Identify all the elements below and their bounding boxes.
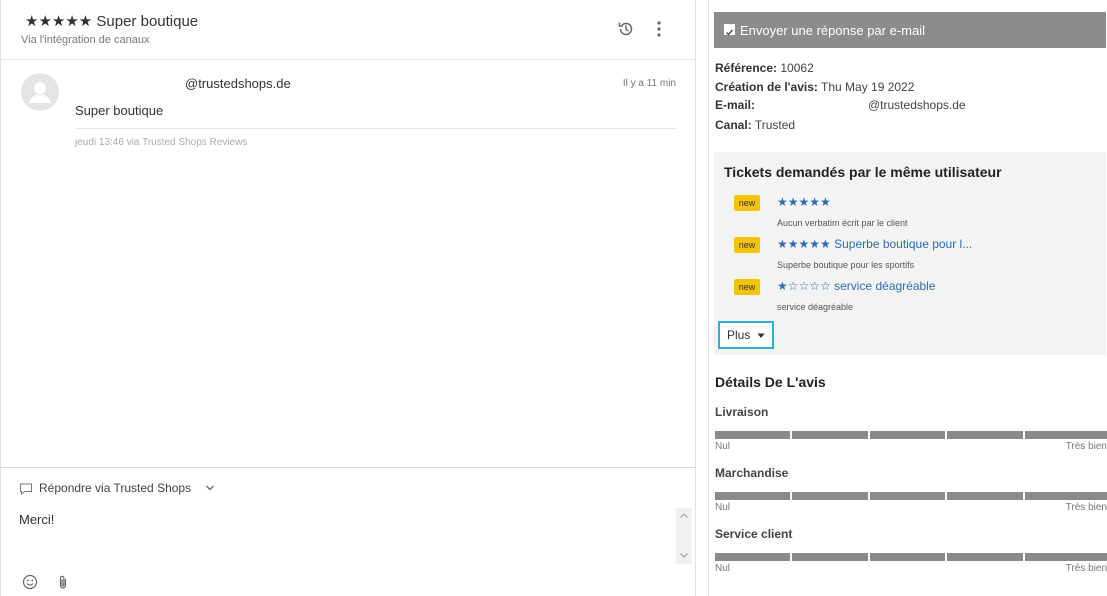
more-tickets-label: Plus (727, 328, 751, 342)
message-divider (75, 128, 677, 129)
more-tickets-button[interactable]: Plus (718, 321, 774, 349)
rating-high-label: Très bien (1065, 502, 1107, 513)
info-canal-label: Canal: (715, 118, 752, 132)
info-creation: Création de l'avis: Thu May 19 2022 (715, 80, 914, 94)
details-sidebar: Envoyer une réponse par e-mail Référence… (708, 0, 1107, 596)
rating-high-label: Très bien (1065, 563, 1107, 574)
rating-segment (1025, 431, 1107, 439)
caret-down-icon (757, 333, 765, 338)
rating-segment (1025, 553, 1107, 561)
rating-low-label: Nul (715, 563, 731, 574)
ticket-subtitle: Aucun verbatim écrit par le client (777, 218, 908, 228)
rating-scale (715, 492, 1107, 500)
rating-segment (715, 492, 790, 500)
info-email-value: @trustedshops.de (868, 98, 966, 112)
reply-textarea[interactable]: Merci! (19, 512, 54, 527)
ticket-link[interactable]: ★★★★★ Superbe boutique pour l... (777, 237, 972, 251)
ticket-subtitle: service déagréable (777, 302, 854, 312)
message-body: Super boutique (75, 103, 164, 118)
info-reference-value: 10062 (780, 61, 814, 75)
info-email: E-mail: (715, 98, 755, 112)
rating-low-label: Nul (715, 502, 731, 513)
info-reference-label: Référence: (715, 61, 778, 75)
review-details-title: Détails De L'avis (715, 374, 826, 390)
ticket-link[interactable]: ★★★★★ (777, 195, 831, 209)
checkmark-icon (725, 29, 734, 36)
rating-segment (870, 431, 945, 439)
ticket-badge: new (734, 195, 760, 211)
message-meta: jeudi 13:46 via Trusted Shops Reviews (75, 137, 248, 148)
rating-segment (947, 492, 1023, 500)
info-canal-value: Trusted (754, 118, 796, 132)
rating-scale (715, 431, 1107, 439)
message-sender: @trustedshops.de (185, 76, 291, 91)
rating-low-label: Nul (715, 441, 731, 452)
info-email-label: E-mail: (715, 98, 756, 112)
reply-scrollbar[interactable] (676, 508, 692, 564)
ticket-link[interactable]: ★☆☆☆☆ service déagréable (777, 279, 936, 293)
info-creation-value: Thu May 19 2022 (821, 80, 915, 94)
reply-channel-selector[interactable]: Répondre via Trusted Shops (39, 481, 191, 495)
related-tickets-card: Tickets demandés par le même utilisateur… (714, 152, 1106, 355)
ticket-badge: new (734, 237, 760, 253)
info-creation-label: Création de l'avis: (715, 80, 818, 94)
reply-composer: Répondre via Trusted Shops Merci! (1, 467, 695, 596)
ticket-subtitle: Via l'intégration de canaux (21, 34, 150, 46)
info-canal: Canal: Trusted (715, 118, 795, 132)
conversation-panel: ★★★★★ Super boutique Via l'intégration d… (0, 0, 696, 596)
message-item: @trustedshops.de Il y a 11 min Super bou… (1, 60, 695, 468)
email-reply-toggle[interactable]: Envoyer une réponse par e-mail (714, 12, 1106, 48)
app-root: ★★★★★ Super boutique Via l'intégration d… (0, 0, 1107, 596)
rating-segment (715, 431, 790, 439)
emoji-icon[interactable] (22, 574, 38, 590)
rating-segment (947, 553, 1023, 561)
user-avatar-icon (29, 82, 51, 103)
related-tickets-title: Tickets demandés par le même utilisateur (724, 164, 1002, 180)
more-vertical-icon[interactable] (651, 20, 667, 38)
rating-segment (715, 553, 790, 561)
rating-segment (792, 492, 868, 500)
rating-scale (715, 553, 1107, 561)
criterion-name: Service client (715, 527, 793, 541)
rating-segment (792, 553, 868, 561)
scroll-down-icon[interactable] (679, 552, 689, 559)
comment-icon (20, 483, 32, 496)
rating-segment (792, 431, 868, 439)
rating-segment (870, 492, 945, 500)
email-reply-label: Envoyer une réponse par e-mail (740, 23, 925, 38)
rating-segment (1025, 492, 1107, 500)
history-icon[interactable] (617, 20, 635, 38)
ticket-title: ★★★★★ Super boutique (25, 13, 199, 30)
chevron-down-icon[interactable] (205, 484, 215, 492)
ticket-subtitle: Superbe boutique pour les sportifs (777, 260, 915, 270)
rating-high-label: Très bien (1065, 441, 1107, 452)
criterion-name: Marchandise (715, 466, 789, 480)
avatar (21, 73, 59, 111)
rating-segment (870, 553, 945, 561)
info-reference: Référence: 10062 (715, 61, 814, 75)
ticket-badge: new (734, 279, 760, 295)
email-reply-checkbox[interactable] (724, 24, 735, 36)
message-time: Il y a 11 min (622, 78, 676, 89)
attachment-icon[interactable] (56, 574, 70, 590)
scroll-up-icon[interactable] (679, 512, 689, 519)
criterion-name: Livraison (715, 405, 769, 419)
rating-segment (947, 431, 1023, 439)
ticket-header: ★★★★★ Super boutique Via l'intégration d… (1, 0, 695, 60)
